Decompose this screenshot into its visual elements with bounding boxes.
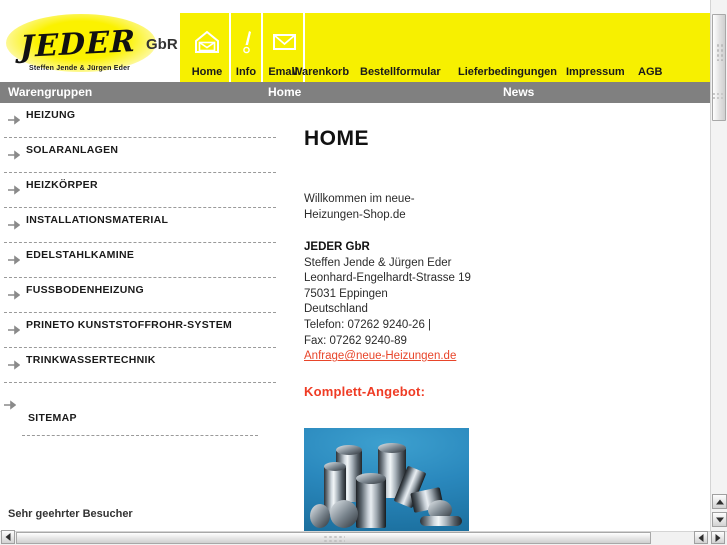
resize-grip-icon [712,92,724,100]
arrow-bullet-icon [8,252,21,265]
visitor-greeting-text: Sehr geehrter Besucher [8,508,133,520]
logo-gbr-suffix: GbR [146,36,178,53]
arrow-bullet-icon [8,357,21,370]
sidebar-item-label: INSTALLATIONSMATERIAL [26,214,169,226]
sidebar-item-label: TRINKWASSERTECHNIK [26,354,156,366]
nav-item-home[interactable]: Home [185,13,229,82]
sidebar-item-heizkoerper[interactable]: HEIZKÖRPER [0,173,290,207]
logo-wordmark: JEDER [20,23,136,66]
section-label-news: News [503,85,535,99]
company-country: Deutschland [304,303,368,316]
site-logo[interactable]: JEDER GbR Steffen Jende & Jürgen Eder [0,10,180,80]
chevron-left-icon [5,533,11,541]
company-street: Leonhard-Engelhardt-Strasse 19 [304,272,471,285]
house-envelope-icon [185,29,229,55]
company-city: 75031 Eppingen [304,287,388,300]
arrow-bullet-icon [8,217,21,230]
chevron-down-icon [715,517,724,522]
welcome-line-1: Willkommen im neue- [304,193,415,205]
page-title: HOME [304,127,369,150]
vertical-scrollbar[interactable] [710,0,727,531]
sidebar-item-solaranlagen[interactable]: SOLARANLAGEN [0,138,290,172]
company-owners: Steffen Jende & Jürgen Eder [304,256,452,269]
vertical-scrollbar-thumb[interactable] [712,14,726,121]
company-name: JEDER GbR [304,241,370,253]
envelope-icon [263,29,303,55]
arrow-bullet-icon [8,112,21,125]
sidebar-item-label: HEIZKÖRPER [26,179,98,191]
scrollbar-grip-icon [322,535,345,543]
sidebar-item-trinkwassertechnik[interactable]: TRINKWASSERTECHNIK [0,348,290,382]
nav-item-info-label: Info [235,66,257,78]
company-phone: Telefon: 07262 9240-26 | [304,318,432,331]
section-label-home: Home [268,85,302,99]
sidebar-item-sitemap[interactable]: SITEMAP [0,383,290,441]
chevron-right-icon [715,533,721,542]
arrow-bullet-icon [8,182,21,195]
nav-link-lieferbedingungen[interactable]: Lieferbedingungen [458,66,557,78]
scroll-left-button-secondary[interactable] [694,531,708,544]
sidebar-item-label: FUSSBODENHEIZUNG [26,284,144,296]
sidebar-item-installationsmaterial[interactable]: INSTALLATIONSMATERIAL [0,208,290,242]
scroll-left-button[interactable] [1,530,15,544]
company-fax: Fax: 07262 9240-89 [304,334,407,347]
scrollbar-grip-icon [716,43,724,61]
nav-link-impressum[interactable]: Impressum [566,66,625,78]
sidebar-item-label: SITEMAP [28,412,77,424]
offer-heading: Komplett-Angebot: [304,384,426,399]
company-address-block: JEDER GbR Steffen Jende & Jürgen Eder Le… [304,240,471,365]
nav-link-agb[interactable]: AGB [638,66,662,78]
nav-link-warenkorb[interactable]: Warenkorb [292,66,349,78]
sidebar-divider [22,435,258,436]
arrow-bullet-icon [8,322,21,335]
sidebar-item-fussbodenheizung[interactable]: FUSSBODENHEIZUNG [0,278,290,312]
welcome-text: Willkommen im neue- Heizungen-Shop.de [304,191,415,223]
sidebar-item-label: SOLARANLAGEN [26,144,119,156]
sidebar-item-label: HEIZUNG [26,109,76,121]
arrow-bullet-icon [8,147,21,160]
chevron-left-icon [698,533,704,542]
top-navigation-bar: Home Info Email Warenkorb Bestellformula… [180,13,710,82]
sidebar-item-label: PRINETO KUNSTSTOFFROHR-SYSTEM [26,319,233,331]
exclamation-icon [231,29,261,55]
nav-item-home-label: Home [191,66,223,78]
category-sidebar: HEIZUNG SOLARANLAGEN HEIZKÖRPER INSTALLA… [0,103,290,531]
scroll-up-button[interactable] [712,494,727,509]
sidebar-item-edelstahlkamine[interactable]: EDELSTAHLKAMINE [0,243,290,277]
nav-link-bestellformular[interactable]: Bestellformular [360,66,441,78]
scroll-right-button[interactable] [711,531,725,544]
sidebar-item-heizung[interactable]: HEIZUNG [0,103,290,137]
arrow-bullet-icon [4,397,17,410]
welcome-line-2: Heizungen-Shop.de [304,209,406,221]
chevron-up-icon [715,499,724,504]
logo-subtitle: Steffen Jende & Jürgen Eder [29,65,131,72]
sidebar-item-label: EDELSTAHLKAMINE [26,249,135,261]
arrow-bullet-icon [8,287,21,300]
site-header: JEDER GbR Steffen Jende & Jürgen Eder Ho… [0,0,710,82]
section-label-warengruppen: Warengruppen [8,85,93,99]
product-photo[interactable] [304,428,469,531]
sidebar-item-prineto[interactable]: PRINETO KUNSTSTOFFROHR-SYSTEM [0,313,290,347]
main-content: HOME Willkommen im neue- Heizungen-Shop.… [296,103,700,531]
section-bar: Warengruppen Home News [0,82,710,103]
nav-item-info[interactable]: Info [229,13,261,82]
browser-page: JEDER GbR Steffen Jende & Jürgen Eder Ho… [0,0,727,545]
scroll-down-button[interactable] [712,512,727,527]
email-link[interactable]: Anfrage@neue-Heizungen.de [304,350,456,362]
horizontal-scrollbar-thumb[interactable] [16,532,651,544]
